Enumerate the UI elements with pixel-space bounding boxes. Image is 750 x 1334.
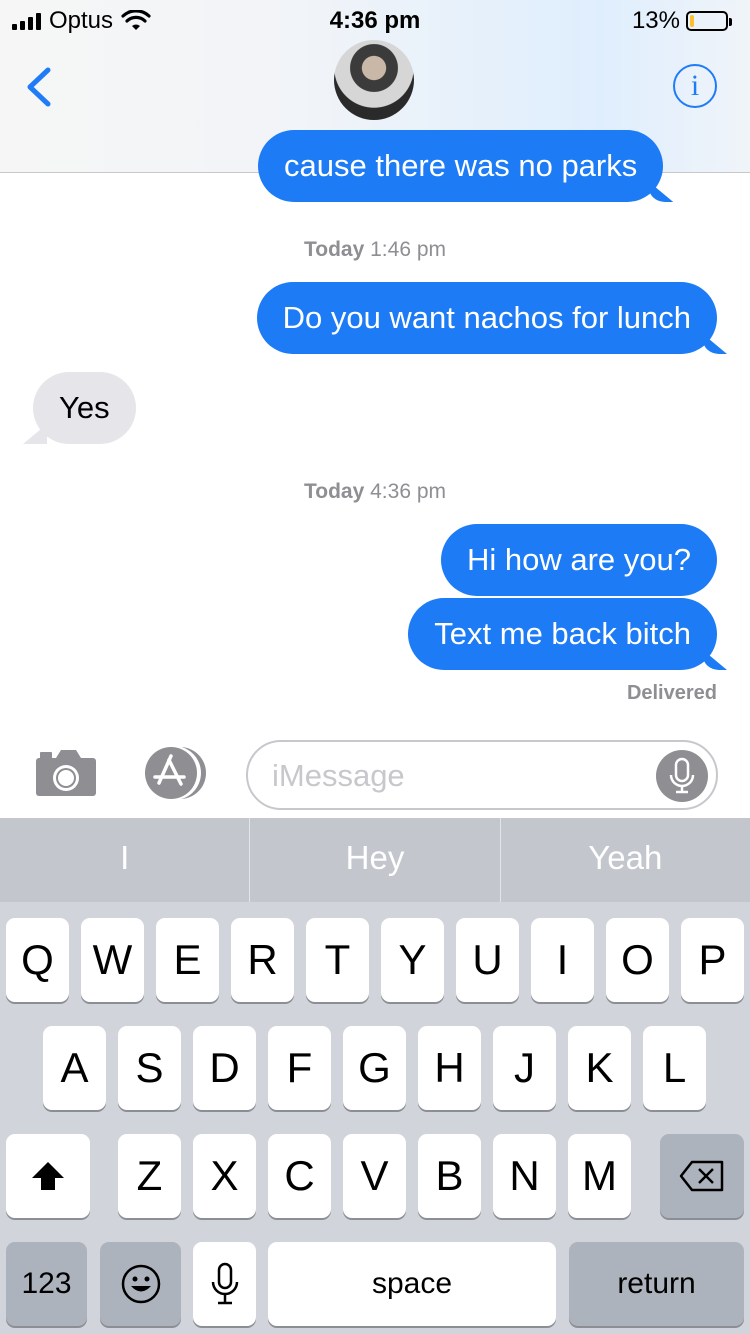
battery-icon (686, 11, 732, 31)
key-j[interactable]: J (493, 1026, 556, 1110)
microphone-icon (211, 1262, 238, 1305)
key-g[interactable]: G (343, 1026, 406, 1110)
key-s[interactable]: S (118, 1026, 181, 1110)
key-r[interactable]: R (231, 918, 294, 1002)
shift-icon (32, 1162, 64, 1190)
key-e[interactable]: E (156, 918, 219, 1002)
message-bubble-incoming[interactable]: Yes (33, 372, 136, 444)
key-k[interactable]: K (568, 1026, 631, 1110)
shift-key[interactable] (6, 1134, 90, 1218)
key-z[interactable]: Z (118, 1134, 181, 1218)
key-t[interactable]: T (306, 918, 369, 1002)
key-c[interactable]: C (268, 1134, 331, 1218)
key-b[interactable]: B (418, 1134, 481, 1218)
message-input-placeholder: iMessage (272, 758, 405, 793)
key-x[interactable]: X (193, 1134, 256, 1218)
info-icon[interactable]: i (673, 64, 717, 108)
key-o[interactable]: O (606, 918, 669, 1002)
key-i[interactable]: I (531, 918, 594, 1002)
chevron-left-icon[interactable] (22, 66, 56, 108)
battery-fill (690, 15, 694, 27)
backspace-icon (679, 1160, 724, 1192)
message-bubble-partial[interactable]: cause there was no parks (258, 130, 664, 202)
message-bubble-outgoing[interactable]: Hi how are you? (440, 524, 717, 596)
numbers-key[interactable]: 123 (6, 1242, 87, 1326)
timestamp: Today 4:36 pm (303, 480, 447, 503)
emoji-key[interactable] (100, 1242, 181, 1326)
delete-key[interactable] (660, 1134, 744, 1218)
key-m[interactable]: M (568, 1134, 631, 1218)
suggestion-1[interactable]: I (0, 818, 249, 902)
timestamp: Today 1:46 pm (303, 238, 447, 261)
avatar[interactable] (334, 40, 414, 120)
key-f[interactable]: F (268, 1026, 331, 1110)
key-n[interactable]: N (493, 1134, 556, 1218)
message-bubble-outgoing[interactable]: Do you want nachos for lunch (256, 282, 717, 354)
dictation-key[interactable] (193, 1242, 256, 1326)
key-p[interactable]: P (681, 918, 744, 1002)
space-key[interactable]: space (268, 1242, 556, 1326)
key-u[interactable]: U (456, 918, 519, 1002)
suggestion-2[interactable]: Hey (249, 818, 499, 902)
delivery-status: Delivered (626, 682, 717, 704)
key-w[interactable]: W (81, 918, 144, 1002)
predictive-suggestions: I Hey Yeah (0, 818, 750, 902)
emoji-icon (121, 1264, 160, 1304)
return-key[interactable]: return (569, 1242, 744, 1326)
key-y[interactable]: Y (381, 918, 444, 1002)
key-l[interactable]: L (643, 1026, 706, 1110)
key-a[interactable]: A (43, 1026, 106, 1110)
camera-icon[interactable] (34, 748, 98, 798)
battery-percentage: 13% (631, 7, 680, 34)
app-store-icon[interactable] (140, 746, 210, 800)
key-h[interactable]: H (418, 1026, 481, 1110)
message-bubble-outgoing[interactable]: Text me back bitch (408, 598, 717, 670)
microphone-icon[interactable] (656, 750, 708, 802)
message-input[interactable]: iMessage (246, 740, 718, 810)
status-bar: Optus 4:36 pm 13% (0, 0, 750, 40)
key-d[interactable]: D (193, 1026, 256, 1110)
key-q[interactable]: Q (6, 918, 69, 1002)
key-v[interactable]: V (343, 1134, 406, 1218)
keyboard: I Hey Yeah Q W E R T Y U I O P A S D F G… (0, 818, 750, 1334)
suggestion-3[interactable]: Yeah (499, 818, 750, 902)
